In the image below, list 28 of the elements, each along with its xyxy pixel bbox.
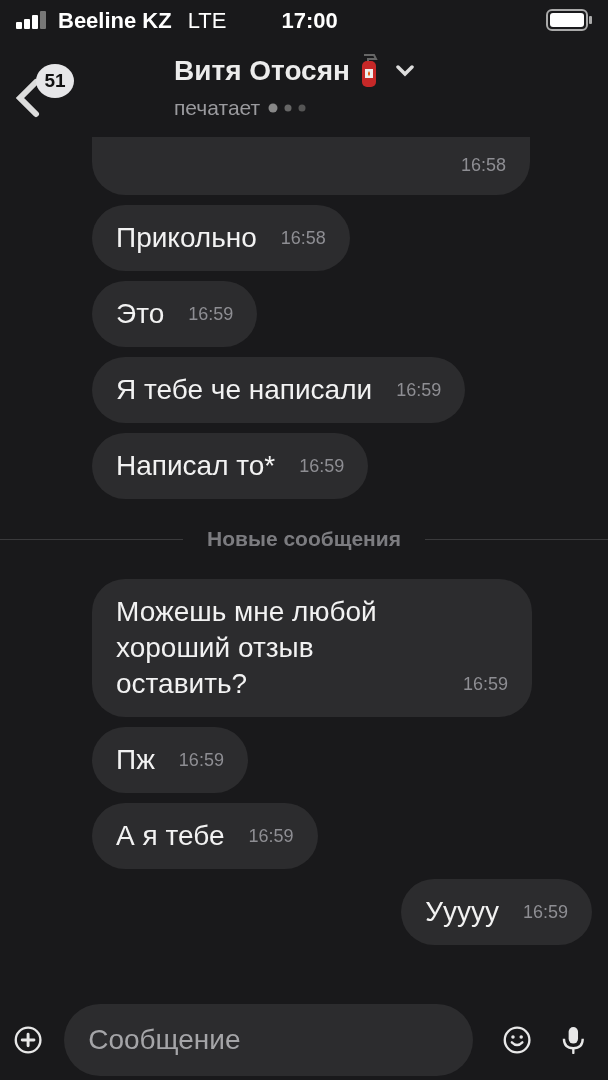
- message-time: 16:59: [248, 825, 294, 848]
- message-text: Прикольно: [116, 221, 257, 255]
- message-time: 16:59: [299, 455, 345, 478]
- back-icon[interactable]: [14, 78, 42, 118]
- message-field[interactable]: Сообщение: [64, 1004, 474, 1076]
- message-time: 16:59: [178, 749, 224, 772]
- message-text: Ууууу: [425, 895, 499, 929]
- clock: 17:00: [281, 6, 338, 35]
- message-text: А я тебе: [116, 819, 225, 853]
- message-text: Пж: [116, 743, 155, 777]
- message-text: Можешь мне любой хороший отзыв оставить?: [116, 595, 378, 701]
- contact-name[interactable]: Витя Отосян: [174, 50, 350, 92]
- typing-status: печатает: [174, 95, 261, 121]
- battery-icon: [546, 9, 592, 31]
- carrier-name: Beeline KZ: [58, 6, 172, 35]
- message-time: 16:59: [188, 303, 234, 326]
- message-time: 16:58: [280, 227, 326, 250]
- message-time: 16:59: [396, 379, 442, 402]
- message-time: 16:59: [522, 901, 568, 924]
- message-text: Написал то*: [116, 449, 276, 483]
- message-text: Это: [116, 297, 165, 331]
- message-text: Я тебе че написали: [116, 373, 373, 407]
- network-type: LTE: [187, 6, 227, 35]
- chevron-down-icon[interactable]: [395, 65, 414, 77]
- message-time: 16:59: [462, 673, 508, 696]
- new-messages-divider: Новые сообщения: [206, 526, 402, 553]
- message-time: 16:58: [460, 154, 506, 177]
- unread-badge: 51: [36, 64, 74, 98]
